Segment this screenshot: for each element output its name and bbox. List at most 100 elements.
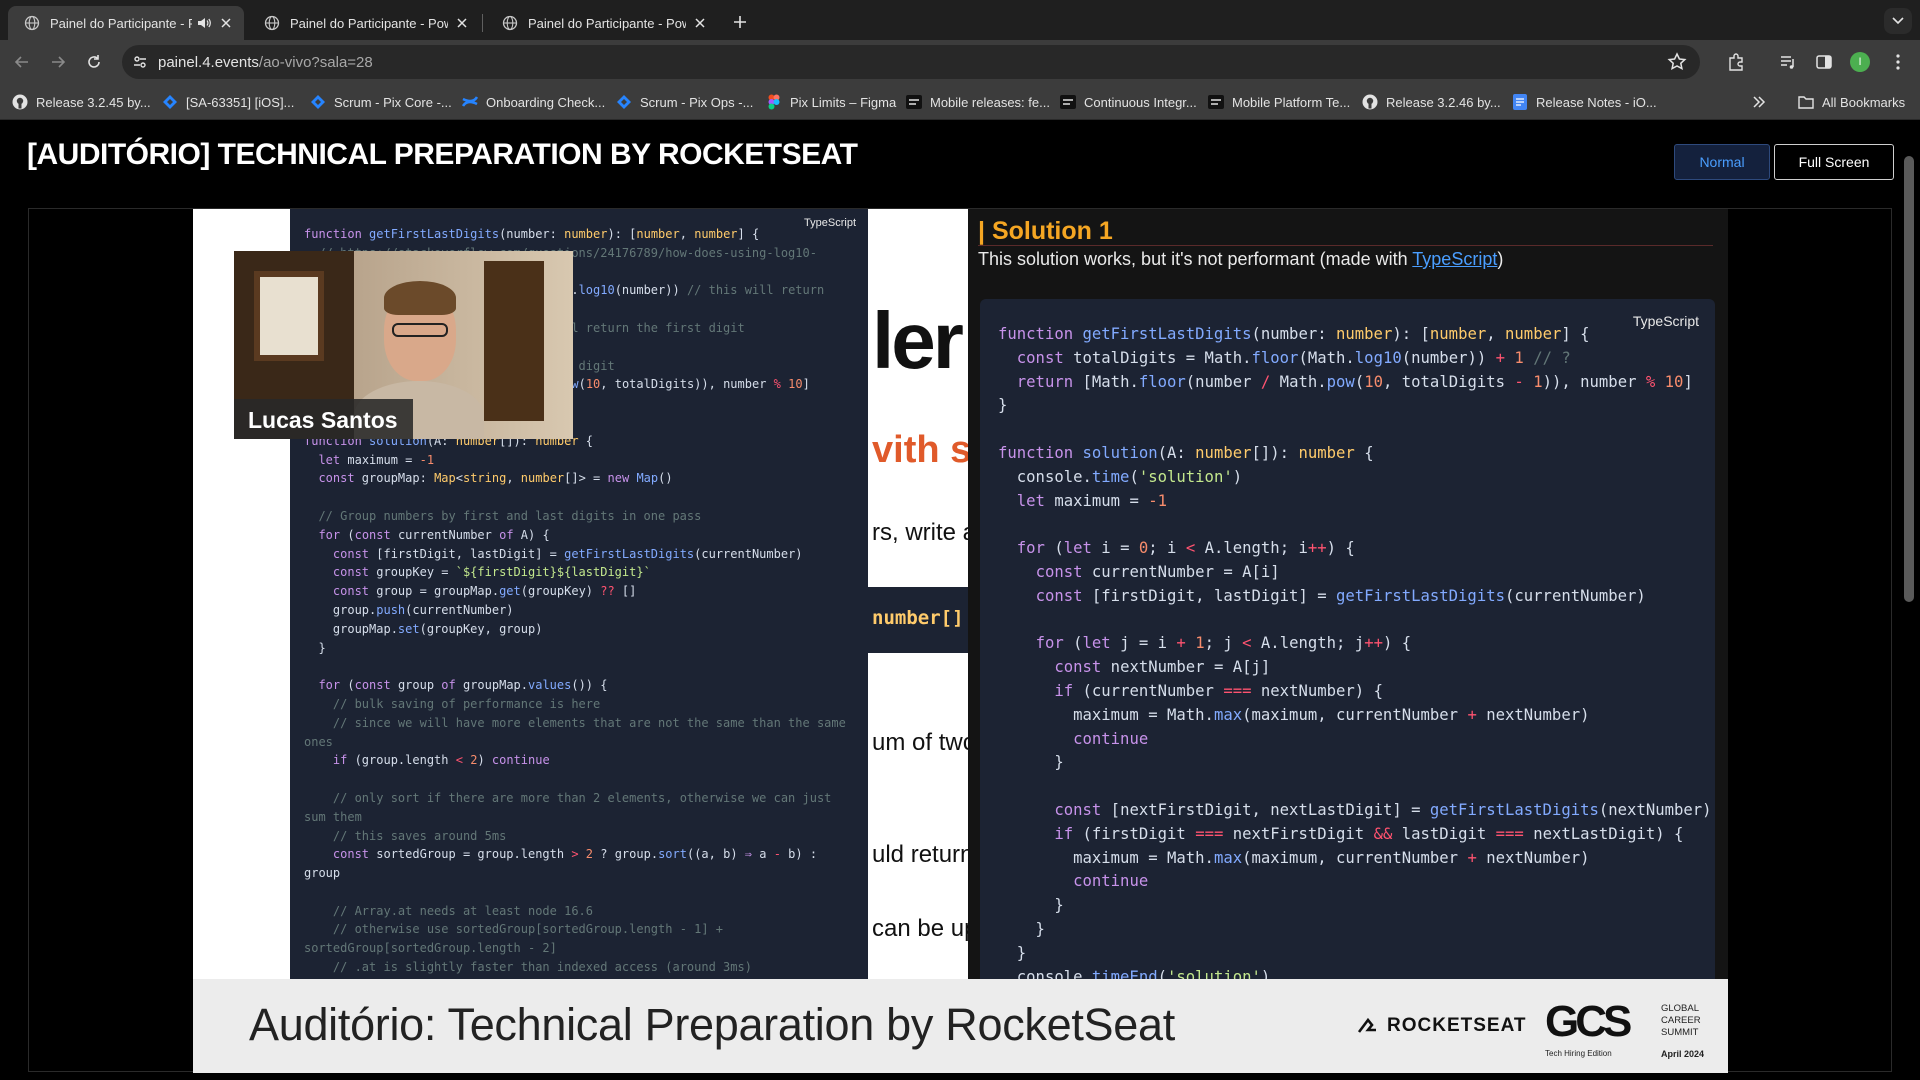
github-icon — [12, 94, 28, 110]
bookmark-item[interactable]: Onboarding Check... — [462, 93, 605, 111]
bookmark-item[interactable]: Mobile Platform Te... — [1208, 93, 1350, 111]
media-controls-icon[interactable] — [1776, 50, 1800, 74]
gcs-logo: GCS GLOBAL CAREER SUMMIT Tech Hiring Edi… — [1545, 997, 1705, 1061]
slide-fragment: vith sai — [872, 429, 968, 471]
rocketseat-wordmark: ROCKETSEAT — [1387, 1015, 1527, 1036]
confluence-icon — [462, 94, 478, 110]
app-icon — [1208, 94, 1224, 110]
background-slide: ler vith sai rs, write a number[] um of … — [868, 209, 968, 979]
bookmarks-bar: Release 3.2.45 by... [SA-63351] [iOS]...… — [0, 84, 1920, 120]
page-title: [AUDITÓRIO] TECHNICAL PREPARATION BY ROC… — [27, 138, 858, 171]
typescript-link: TypeScript — [1412, 249, 1498, 269]
bookmark-label: Pix Limits – Figma — [790, 94, 897, 110]
all-bookmarks-button[interactable]: All Bookmarks — [1798, 93, 1905, 111]
tab-strip: Painel do Participante - Pe Painel do Pa… — [0, 0, 1920, 40]
close-tab-icon[interactable] — [218, 15, 234, 31]
tab-title: Painel do Participante - Pe — [50, 15, 192, 31]
bookmark-item[interactable]: Pix Limits – Figma — [766, 93, 896, 111]
slide-fragment: can be up — [872, 915, 968, 942]
divider — [978, 245, 1713, 246]
gcs-date: April 2024 — [1661, 1049, 1705, 1059]
url-text: painel.4.events/ao-vivo?sala=28 — [158, 54, 373, 71]
url-host: painel.4.events — [158, 54, 259, 71]
webcam-background — [254, 271, 324, 361]
site-info-icon[interactable] — [128, 50, 152, 74]
browser-toolbar: painel.4.events/ao-vivo?sala=28 I — [0, 40, 1920, 84]
speaker-figure — [392, 323, 448, 337]
address-bar[interactable]: painel.4.events/ao-vivo?sala=28 — [122, 45, 1700, 79]
lower-third-banner: Auditório: Technical Preparation by Rock… — [193, 979, 1728, 1073]
jira-icon — [162, 94, 178, 110]
globe-icon — [502, 15, 518, 31]
fullscreen-button[interactable]: Full Screen — [1774, 144, 1894, 180]
solution-code-block: function getFirstLastDigits(number: numb… — [998, 325, 1712, 979]
back-button[interactable] — [8, 48, 36, 76]
slide-fragment: number[] — [872, 607, 964, 629]
jira-icon — [616, 94, 632, 110]
tab-search-button[interactable] — [1884, 8, 1912, 34]
solution-panel: | Solution 1 This solution works, but it… — [968, 209, 1728, 979]
bookmark-label: Release Notes - iO... — [1536, 94, 1657, 110]
close-tab-icon[interactable] — [692, 15, 708, 31]
app-icon — [906, 94, 922, 110]
gcs-edition: Tech Hiring Edition — [1545, 1049, 1612, 1058]
video-player[interactable]: TypeScript function getFirstLastDigits(n… — [28, 208, 1892, 1073]
bookmark-label: Scrum - Pix Ops -... — [640, 94, 754, 110]
bookmark-item[interactable]: [SA-63351] [iOS]... — [162, 93, 294, 111]
video-frame: TypeScript function getFirstLastDigits(n… — [193, 209, 1728, 1073]
bookmark-item[interactable]: Mobile releases: fe... — [906, 93, 1050, 111]
folder-icon — [1798, 94, 1814, 110]
tab-title: Painel do Participante - Powe — [290, 15, 448, 31]
tab-title: Painel do Participante - Powe — [528, 15, 686, 31]
forward-button[interactable] — [44, 48, 72, 76]
slide-fragment: rs, write a — [872, 519, 968, 546]
rocketseat-logo: ROCKETSEAT — [1357, 1015, 1526, 1037]
webcam-background — [484, 261, 544, 421]
bookmark-label: Onboarding Check... — [486, 94, 606, 110]
bookmark-star-icon[interactable] — [1666, 51, 1688, 73]
github-icon — [1362, 94, 1378, 110]
solution-heading: | Solution 1 — [978, 217, 1113, 245]
slide-code-snippet: number[] — [868, 587, 968, 653]
close-tab-icon[interactable] — [454, 15, 470, 31]
page-content: [AUDITÓRIO] TECHNICAL PREPARATION BY ROC… — [0, 120, 1920, 1080]
speaker-icon[interactable] — [196, 15, 212, 31]
tab-2[interactable]: Painel do Participante - Powe — [248, 6, 480, 40]
globe-icon — [264, 15, 280, 31]
bookmark-item[interactable]: Scrum - Pix Core -... — [310, 93, 452, 111]
gcs-wordmark: GLOBAL CAREER SUMMIT — [1661, 1003, 1701, 1038]
speaker-nameplate: Lucas Santos — [234, 399, 413, 439]
reload-button[interactable] — [80, 48, 108, 76]
new-tab-button[interactable] — [728, 10, 752, 34]
tab-1[interactable]: Painel do Participante - Pe — [8, 6, 244, 40]
subtitle-text: This solution works, but it's not perfor… — [978, 249, 1413, 269]
page-scrollbar[interactable] — [1904, 156, 1914, 602]
tab-3[interactable]: Painel do Participante - Powe — [486, 6, 718, 40]
extensions-icon[interactable] — [1724, 50, 1748, 74]
bookmark-item[interactable]: Scrum - Pix Ops -... — [616, 93, 753, 111]
bookmark-label: Mobile releases: fe... — [930, 94, 1050, 110]
subtitle-text-end: ) — [1497, 249, 1504, 269]
side-panel-icon[interactable] — [1812, 50, 1836, 74]
bookmark-item[interactable]: Release 3.2.45 by... — [12, 93, 151, 111]
rocketseat-mark-icon — [1357, 1017, 1376, 1033]
bookmark-item[interactable]: Release 3.2.46 by... — [1362, 93, 1501, 111]
url-path: /ao-vivo?sala=28 — [258, 54, 373, 71]
more-menu-icon[interactable] — [1886, 50, 1910, 74]
jira-icon — [310, 94, 326, 110]
bookmark-label: Release 3.2.45 by... — [36, 94, 151, 110]
profile-avatar[interactable]: I — [1850, 52, 1870, 72]
solution-subtitle: This solution works, but it's not perfor… — [978, 249, 1503, 270]
banner-title: Auditório: Technical Preparation by Rock… — [249, 999, 1175, 1050]
docs-icon — [1512, 94, 1528, 110]
bookmark-label: Continuous Integr... — [1084, 94, 1197, 110]
bookmark-item[interactable]: Continuous Integr... — [1060, 93, 1197, 111]
normal-view-button[interactable]: Normal — [1674, 144, 1770, 180]
bookmark-label: Scrum - Pix Core -... — [334, 94, 452, 110]
slide-fragment: um of twc — [872, 729, 968, 756]
bookmark-item[interactable]: Release Notes - iO... — [1512, 93, 1657, 111]
more-bookmarks-chevron-icon[interactable] — [1752, 93, 1766, 111]
slide-fragment: uld return — [872, 841, 968, 868]
speaker-webcam: Lucas Santos — [234, 251, 573, 439]
gcs-mark: GCS — [1545, 997, 1632, 1046]
